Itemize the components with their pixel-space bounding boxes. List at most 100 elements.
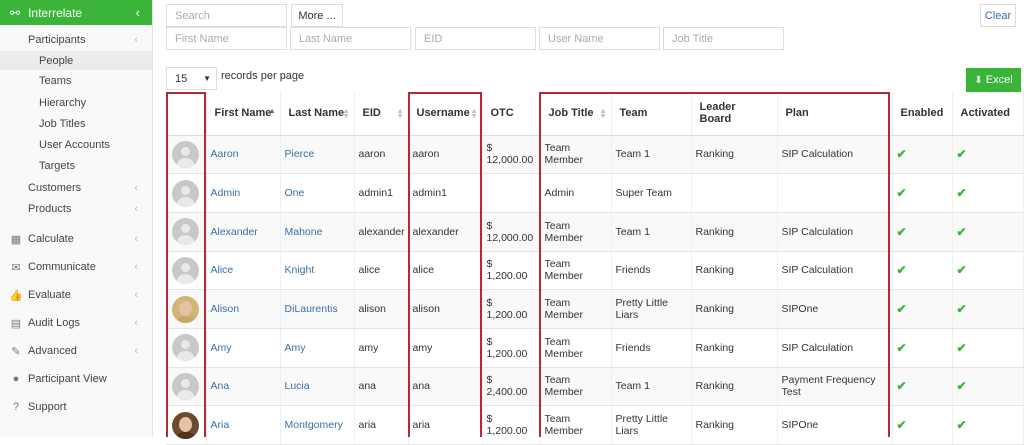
first-name-cell[interactable]: Ana (206, 367, 281, 407)
table-row[interactable]: Alison DiLaurentis alison alison $ 1,200.00 T… (166, 289, 1024, 329)
avatar (172, 218, 199, 246)
leader-board-cell: Ranking (691, 251, 778, 291)
job-title-column-header[interactable]: Job Title ▲ ▼ (540, 92, 612, 136)
last-name-cell[interactable]: Knight (280, 251, 355, 291)
sidebar-header-interrelate[interactable]: ⚯ Interrelate ‹ (0, 0, 152, 25)
otc-cell: $ 1,200.00 (482, 289, 541, 329)
sidebar-item-job-titles[interactable]: Job Titles (0, 115, 152, 133)
sidebar-item-participants[interactable]: Participants ‹ (0, 31, 152, 49)
records-per-page-label: records per page (221, 70, 305, 82)
column-label: First Name (214, 107, 272, 120)
job-title-filter[interactable]: Job Title (663, 27, 784, 50)
chevron-left-icon: ‹ (134, 233, 138, 245)
team-column-header[interactable]: Team (611, 92, 692, 136)
chevron-left-icon: ‹ (134, 261, 138, 273)
sidebar-item-communicate[interactable]: ✉ Communicate ‹ (0, 257, 152, 277)
otc-cell: $ 1,200.00 (482, 251, 541, 291)
first-name-cell[interactable]: Alice (206, 251, 281, 291)
otc-column-header[interactable]: OTC (482, 92, 541, 136)
job-title-cell: Admin (540, 173, 612, 213)
sidebar-item-participant-view[interactable]: ● Participant View (0, 369, 152, 389)
plan-column-header[interactable]: Plan (777, 92, 893, 136)
avatar (172, 256, 199, 284)
clear-button[interactable]: Clear (980, 4, 1016, 27)
job-title-cell: Team Member (540, 251, 612, 291)
sidebar-item-products[interactable]: Products ‹ (0, 200, 152, 218)
wrench-icon: ✎ (11, 345, 21, 358)
activated-cell: ✔ (952, 173, 1024, 213)
avatar-cell (166, 135, 207, 175)
table-row[interactable]: Alexander Mahone alexander alexander $ 12,00… (166, 212, 1024, 252)
enabled-cell: ✔ (892, 173, 953, 213)
first-name-column-header[interactable]: First Name ▲ (206, 92, 281, 136)
first-name-cell[interactable]: Admin (206, 173, 281, 213)
last-name-cell[interactable]: One (280, 173, 355, 213)
last-name-cell[interactable]: Lucia (280, 367, 355, 407)
caret-down-icon: ▼ (203, 74, 211, 83)
last-name-cell[interactable]: Amy (280, 328, 355, 368)
eid-cell: aaron (354, 135, 409, 175)
eid-column-header[interactable]: EID ▲ ▼ (354, 92, 409, 136)
last-name-column-header[interactable]: Last Name ▲ ▼ (280, 92, 355, 136)
team-cell: Friends (611, 328, 692, 368)
avatar-cell (166, 367, 207, 407)
last-name-cell[interactable]: DiLaurentis (280, 289, 355, 329)
sidebar-item-label: Calculate (28, 233, 74, 245)
user-name-filter[interactable]: User Name (539, 27, 660, 50)
table-row[interactable]: Aria Montgomery aria aria $ 1,200.00 Team Mem… (166, 405, 1024, 445)
activated-column-header[interactable]: Activated (952, 92, 1024, 136)
first-name-cell[interactable]: Aaron (206, 135, 281, 175)
chevron-left-icon: ‹ (134, 203, 138, 215)
last-name-cell[interactable]: Mahone (280, 212, 355, 252)
table-row[interactable]: Admin One admin1 admin1 Admin Super Team ✔ ✔ (166, 173, 1024, 213)
username-cell: alison (408, 289, 483, 329)
avatar-cell (166, 289, 207, 329)
job-title-cell: Team Member (540, 289, 612, 329)
username-column-header[interactable]: Username ▲ ▼ (408, 92, 483, 136)
sidebar-item-targets[interactable]: Targets (0, 157, 152, 175)
leader-board-column-header[interactable]: Leader Board (691, 92, 778, 136)
excel-label: Excel (985, 74, 1013, 86)
enabled-column-header[interactable]: Enabled (892, 92, 953, 136)
first-name-cell[interactable]: Amy (206, 328, 281, 368)
first-name-filter[interactable]: First Name (166, 27, 287, 50)
excel-export-button[interactable]: ⬇ Excel (966, 68, 1021, 92)
last-name-cell[interactable]: Montgomery (280, 405, 355, 445)
chevron-left-icon: ‹ (135, 5, 140, 20)
sidebar-item-customers[interactable]: Customers ‹ (0, 179, 152, 197)
table-row[interactable]: Aaron Pierce aaron aaron $ 12,000.00 Team Mem… (166, 135, 1024, 175)
table-row[interactable]: Amy Amy amy amy $ 1,200.00 Team Member Friends… (166, 328, 1024, 368)
activated-cell: ✔ (952, 212, 1024, 252)
thumbs-up-icon: 👍 (9, 289, 23, 302)
eid-cell: amy (354, 328, 409, 368)
sidebar-item-teams[interactable]: Teams (0, 72, 152, 90)
sidebar-item-user-accounts[interactable]: User Accounts (0, 136, 152, 154)
username-cell: aria (408, 405, 483, 445)
leader-board-cell (691, 173, 778, 213)
last-name-filter[interactable]: Last Name (290, 27, 411, 50)
activated-cell: ✔ (952, 367, 1024, 407)
search-input[interactable]: Search (166, 4, 287, 27)
column-label: OTC (490, 107, 514, 120)
sidebar-item-evaluate[interactable]: 👍 Evaluate ‹ (0, 285, 152, 305)
chevron-left-icon: ‹ (134, 34, 138, 46)
first-name-cell[interactable]: Alexander (206, 212, 281, 252)
more-button[interactable]: More ... (291, 4, 343, 27)
first-name-cell[interactable]: Aria (206, 405, 281, 445)
table-row[interactable]: Ana Lucia ana ana $ 2,400.00 Team Member Team … (166, 367, 1024, 407)
eid-filter[interactable]: EID (415, 27, 536, 50)
table-row[interactable]: Alice Knight alice alice $ 1,200.00 Team Memb… (166, 251, 1024, 291)
last-name-cell[interactable]: Pierce (280, 135, 355, 175)
column-label: Leader Board (699, 101, 736, 126)
sidebar-item-support[interactable]: ? Support (0, 397, 152, 417)
sidebar-item-hierarchy[interactable]: Hierarchy (0, 94, 152, 112)
sidebar-item-audit-logs[interactable]: ▤ Audit Logs ‹ (0, 313, 152, 333)
first-name-cell[interactable]: Alison (206, 289, 281, 329)
records-per-page-select[interactable]: 15 ▼ (166, 67, 217, 90)
sidebar-item-label: Participants (28, 34, 86, 46)
avatar-cell (166, 212, 207, 252)
sidebar-item-advanced[interactable]: ✎ Advanced ‹ (0, 341, 152, 361)
sidebar-item-calculate[interactable]: ▦ Calculate ‹ (0, 229, 152, 249)
job-title-cell: Team Member (540, 328, 612, 368)
sidebar-item-people[interactable]: People (0, 51, 152, 70)
